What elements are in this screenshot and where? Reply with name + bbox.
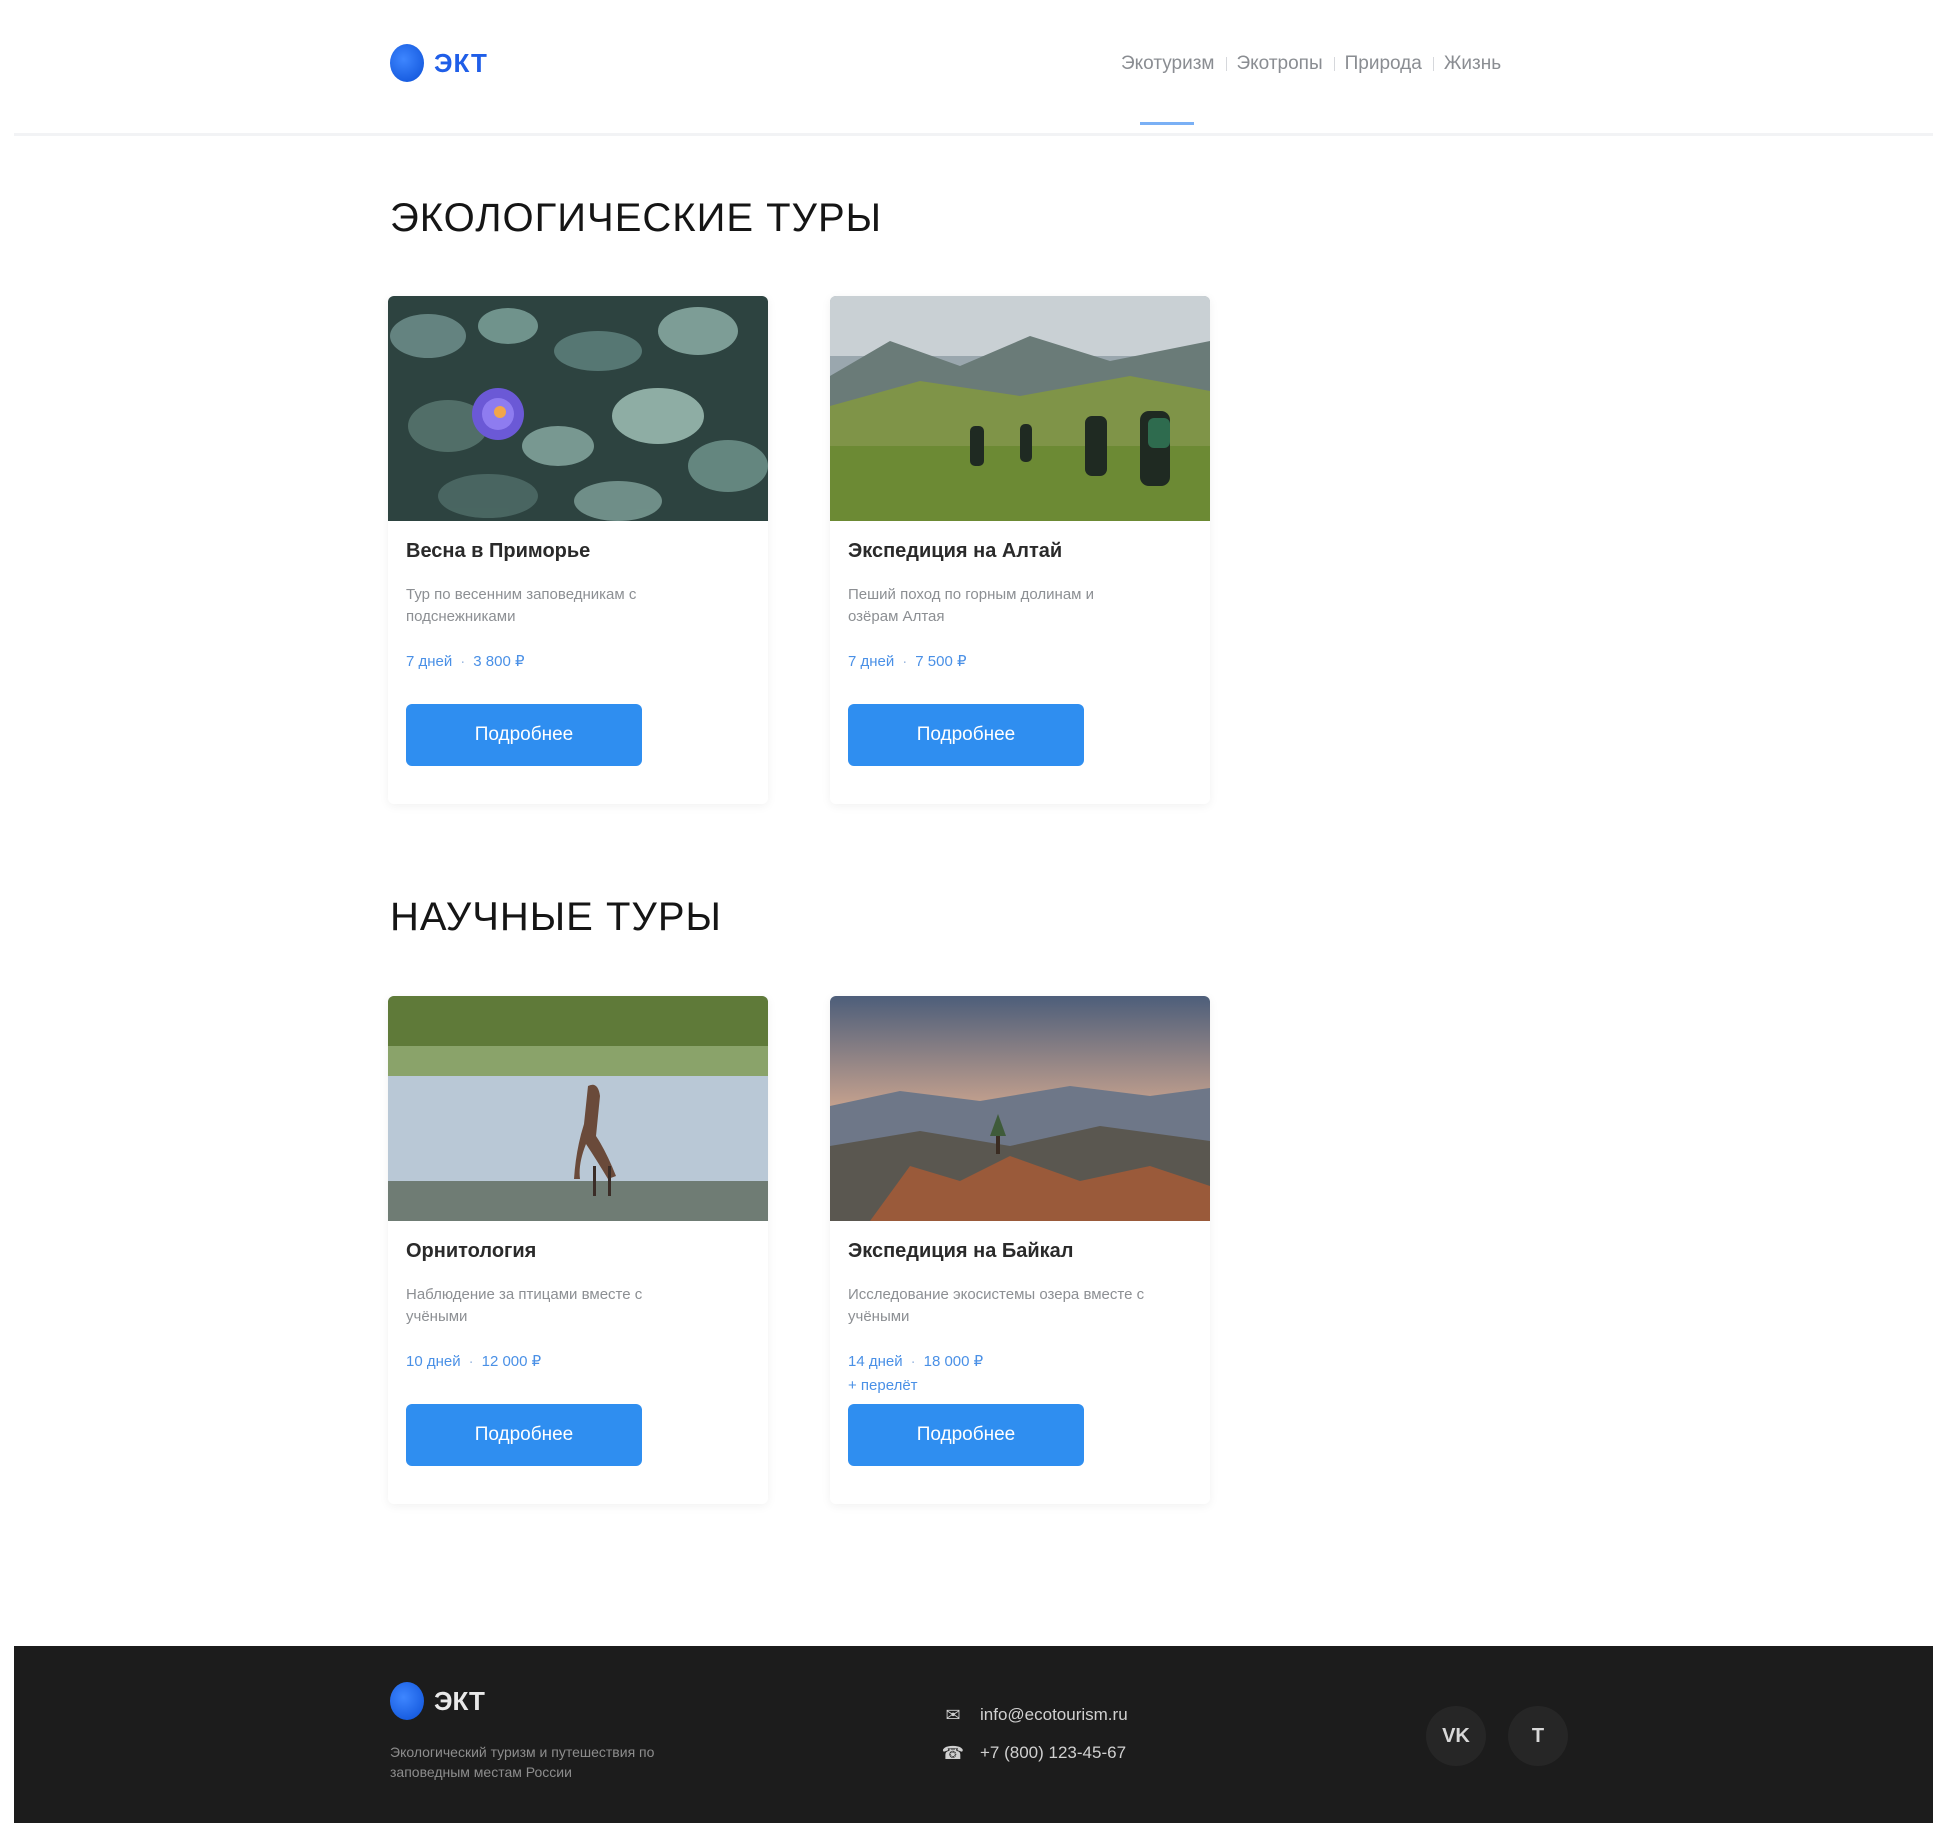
- footer-phone[interactable]: ☎ +7 (800) 123-45-67: [942, 1734, 1128, 1772]
- card-duration: 14 дней: [848, 1353, 903, 1370]
- nav-item-life[interactable]: Жизнь: [1432, 48, 1512, 80]
- card-duration: 10 дней: [406, 1353, 461, 1370]
- tour-card: Орнитология Наблюдение за птицами вместе…: [388, 996, 768, 1504]
- footer-about: Экологический туризм и путешествия по за…: [390, 1744, 655, 1780]
- footer-email[interactable]: ✉ info@ecotourism.ru: [942, 1696, 1128, 1734]
- tour-card: Экспедиция на Алтай Пеший поход по горны…: [830, 296, 1210, 804]
- sunset-mountain-ridge-photo: [830, 996, 1210, 1221]
- card-meta: 7 дней · 3 800 ₽: [406, 653, 525, 670]
- logo-mark-icon: [390, 44, 424, 82]
- header-divider: [14, 133, 1933, 136]
- card-title: Экспедиция на Байкал: [848, 1240, 1074, 1262]
- card-price: 3 800 ₽: [473, 653, 525, 670]
- footer-logo[interactable]: ЭКТ: [390, 1682, 485, 1720]
- card-price: 12 000 ₽: [481, 1353, 542, 1370]
- card-duration: 7 дней: [848, 653, 895, 670]
- card-title: Экспедиция на Алтай: [848, 540, 1063, 562]
- logo[interactable]: ЭКТ: [390, 44, 488, 82]
- nav-active-indicator: [1140, 122, 1194, 125]
- mail-icon: ✉: [945, 1704, 961, 1725]
- tour-card: Экспедиция на Байкал Исследование экосис…: [830, 996, 1210, 1504]
- hikers-in-mountain-valley-photo: [830, 296, 1210, 521]
- card-price: 18 000 ₽: [923, 1353, 984, 1370]
- card-description: Тур по весенним заповедникам с подснежни…: [406, 586, 637, 625]
- card-price: 7 500 ₽: [915, 653, 967, 670]
- card-meta: 7 дней · 7 500 ₽: [848, 653, 967, 670]
- site-footer: ЭКТ Экологический туризм и путешествия п…: [14, 1646, 1933, 1823]
- footer-contacts: ✉ info@ecotourism.ru ☎ +7 (800) 123-45-6…: [942, 1696, 1128, 1772]
- details-button[interactable]: Подробнее: [406, 1404, 642, 1466]
- footer-logo-text: ЭКТ: [434, 1685, 485, 1716]
- logo-mark-icon: [390, 1682, 424, 1720]
- details-button[interactable]: Подробнее: [406, 704, 642, 766]
- card-title: Весна в Приморье: [406, 540, 591, 562]
- logo-text: ЭКТ: [434, 47, 488, 78]
- card-description: Исследование экосистемы озера вместе с у…: [848, 1286, 1145, 1325]
- footer-email-text: info@ecotourism.ru: [980, 1705, 1128, 1724]
- card-meta: 10 дней · 12 000 ₽: [406, 1353, 542, 1370]
- section-title-ecological-tours: ЭКОЛОГИЧЕСКИЕ ТУРЫ: [390, 196, 883, 240]
- card-description: Пеший поход по горным долинам и озёрам А…: [848, 586, 1095, 625]
- vk-icon[interactable]: VK: [1426, 1706, 1486, 1766]
- footer-phone-text: +7 (800) 123-45-67: [980, 1743, 1127, 1762]
- section-title-scientific-tours: НАУЧНЫЕ ТУРЫ: [390, 895, 722, 939]
- card-meta: 14 дней · 18 000 ₽ + перелёт: [848, 1353, 984, 1394]
- heron-in-water-photo: [388, 996, 768, 1221]
- telegram-icon[interactable]: T: [1508, 1706, 1568, 1766]
- card-title: Орнитология: [406, 1240, 537, 1262]
- spring-flower-photo: [388, 296, 768, 521]
- nav-item-nature[interactable]: Природа: [1333, 48, 1433, 80]
- nav-item-ecotrails[interactable]: Экотропы: [1225, 48, 1334, 80]
- card-duration: 7 дней: [406, 653, 453, 670]
- card-extra: + перелёт: [848, 1377, 918, 1394]
- details-button[interactable]: Подробнее: [848, 1404, 1084, 1466]
- tour-card: Весна в Приморье Тур по весенним заповед…: [388, 296, 768, 804]
- nav-item-ecotourism[interactable]: Экотуризм: [1110, 48, 1226, 80]
- card-description: Наблюдение за птицами вместе с учёными: [406, 1286, 643, 1325]
- footer-social: VK T: [1426, 1706, 1568, 1766]
- main-nav: Экотуризм Экотропы Природа Жизнь: [1110, 48, 1512, 80]
- details-button[interactable]: Подробнее: [848, 704, 1084, 766]
- site-header: ЭКТ Экотуризм Экотропы Природа Жизнь: [0, 0, 1933, 140]
- phone-icon: ☎: [941, 1742, 965, 1763]
